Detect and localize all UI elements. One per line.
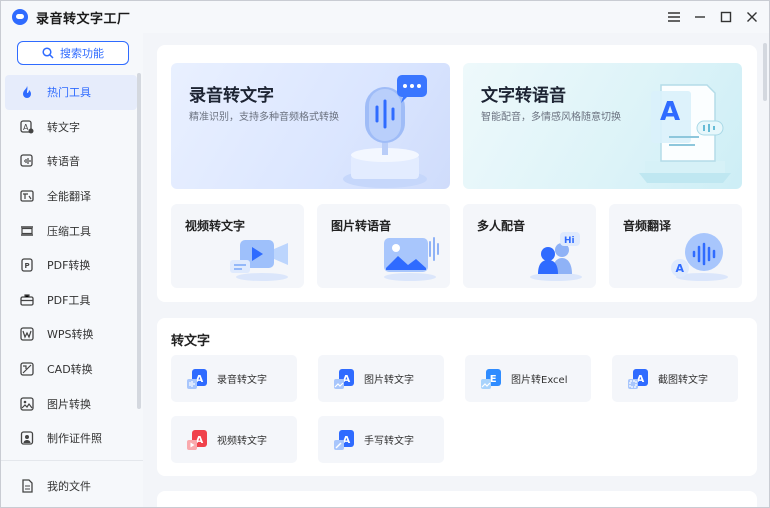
tool-audio-to-text[interactable]: A 录音转文字 — [171, 355, 297, 402]
card-image-to-speech[interactable]: 图片转语音 — [317, 204, 450, 288]
sidebar-item-label: 压缩工具 — [47, 224, 91, 238]
app-logo-icon — [12, 9, 28, 25]
id-photo-icon — [19, 430, 35, 446]
search-label: 搜索功能 — [60, 47, 104, 60]
window-controls — [661, 1, 765, 33]
sidebar-item-wps-convert[interactable]: WPS转换 — [5, 317, 137, 352]
hero-subtitle: 精准识别，支持多种音频格式转换 — [189, 112, 339, 123]
cad-icon — [19, 361, 35, 377]
to-text-panel: 转文字 A 录音转文字 A 图片转文字 E 图片转Excel A 截图转文字 A… — [157, 318, 757, 476]
audio-translate-icon: A — [671, 233, 728, 281]
tool-image-to-text[interactable]: A 图片转文字 — [318, 355, 444, 402]
svg-text:A: A — [23, 123, 29, 132]
sidebar-item-pdf-convert[interactable]: P PDF转换 — [5, 248, 137, 283]
tool-video-to-text[interactable]: A 视频转文字 — [171, 416, 297, 463]
compress-icon — [19, 223, 35, 239]
sidebar-item-label: 制作证件照 — [47, 432, 102, 446]
sidebar-item-label: PDF工具 — [47, 293, 91, 307]
sidebar-item-compress[interactable]: 压缩工具 — [5, 213, 137, 248]
text-convert-icon: A — [19, 119, 35, 135]
multi-person-icon: Hi — [530, 232, 582, 281]
svg-text:Hi: Hi — [564, 236, 575, 246]
main-content: 录音转文字 精准识别，支持多种音频格式转换 文字转语音 智能配音，多情感风格随意… — [143, 33, 769, 507]
sidebar-divider — [1, 460, 143, 461]
document-speech-illustration-icon: A — [639, 84, 731, 183]
handwriting-icon: A — [334, 429, 354, 450]
section-title: 转文字 — [171, 334, 211, 349]
excel-icon: E — [481, 368, 501, 389]
sidebar-item-id-photo[interactable]: 制作证件照 — [5, 421, 137, 456]
pdf-convert-icon: P — [19, 257, 35, 273]
audio-text-icon: A — [187, 368, 207, 389]
tool-handwriting-to-text[interactable]: A 手写转文字 — [318, 416, 444, 463]
sidebar-scrollbar[interactable] — [137, 73, 141, 409]
video-text-icon: A — [187, 429, 207, 450]
toolbox-icon — [19, 292, 35, 308]
fire-icon — [19, 84, 35, 100]
sidebar-item-image-convert[interactable]: 图片转换 — [5, 386, 137, 421]
hero-title: 文字转语音 — [481, 86, 566, 106]
sidebar-item-to-text[interactable]: A 转文字 — [5, 110, 137, 145]
hot-tools-panel: 录音转文字 精准识别，支持多种音频格式转换 文字转语音 智能配音，多情感风格随意… — [157, 45, 757, 302]
hero-title: 录音转文字 — [189, 86, 274, 106]
hero-subtitle: 智能配音，多情感风格随意切换 — [481, 112, 621, 123]
app-window: 录音转文字工厂 搜索功能 热门工具 A 转文字 转语音 全能翻译 压缩工具 P … — [0, 0, 770, 508]
image-text-icon: A — [334, 368, 354, 389]
close-button[interactable] — [739, 4, 765, 30]
sidebar-menu: 热门工具 A 转文字 转语音 全能翻译 压缩工具 P PDF转换 PDF工具 W… — [5, 75, 137, 456]
sidebar-item-pdf-tools[interactable]: PDF工具 — [5, 283, 137, 318]
sidebar-item-to-speech[interactable]: 转语音 — [5, 144, 137, 179]
microphone-illustration-icon — [343, 75, 427, 188]
search-icon — [42, 47, 54, 59]
sidebar-item-label: 热门工具 — [47, 86, 91, 100]
sidebar-item-label: CAD转换 — [47, 363, 93, 377]
sidebar-item-label: 图片转换 — [47, 397, 91, 411]
sidebar-item-cad-convert[interactable]: CAD转换 — [5, 352, 137, 387]
screenshot-icon: A — [628, 368, 648, 389]
sidebar-item-label: WPS转换 — [47, 328, 94, 342]
menu-button[interactable] — [661, 4, 687, 30]
card-multi-voice[interactable]: 多人配音 Hi — [463, 204, 596, 288]
tool-image-to-excel[interactable]: E 图片转Excel — [465, 355, 591, 402]
tool-label: 录音转文字 — [217, 375, 267, 386]
card-video-to-text[interactable]: 视频转文字 — [171, 204, 304, 288]
tool-screenshot-to-text[interactable]: A 截图转文字 — [612, 355, 738, 402]
svg-text:A: A — [676, 262, 685, 275]
voice-icon — [19, 153, 35, 169]
title-bar: 录音转文字工厂 — [1, 1, 769, 33]
hero-text-to-speech[interactable]: 文字转语音 智能配音，多情感风格随意切换 A — [463, 63, 742, 189]
wps-icon — [19, 326, 35, 342]
file-icon — [19, 478, 35, 494]
sidebar-item-translate[interactable]: 全能翻译 — [5, 179, 137, 214]
tool-label: 图片转Excel — [511, 375, 568, 386]
sidebar-item-label: 转文字 — [47, 120, 80, 134]
video-camera-icon — [230, 240, 288, 281]
image-speech-icon — [384, 237, 439, 281]
card-audio-translate[interactable]: 音频翻译 A — [609, 204, 742, 288]
maximize-button[interactable] — [713, 4, 739, 30]
my-files-button[interactable]: 我的文件 — [5, 471, 137, 501]
sidebar-item-label: PDF转换 — [47, 259, 91, 273]
sidebar-item-label: 转语音 — [47, 155, 80, 169]
sidebar: 搜索功能 热门工具 A 转文字 转语音 全能翻译 压缩工具 P PDF转换 PD… — [1, 33, 143, 507]
next-section-panel — [157, 491, 757, 507]
svg-text:P: P — [25, 262, 30, 270]
sidebar-item-hot-tools[interactable]: 热门工具 — [5, 75, 137, 110]
my-files-label: 我的文件 — [47, 480, 91, 493]
translate-icon — [19, 188, 35, 204]
image-icon — [19, 396, 35, 412]
hero-audio-to-text[interactable]: 录音转文字 精准识别，支持多种音频格式转换 — [171, 63, 450, 189]
tool-label: 图片转文字 — [364, 375, 414, 386]
app-title: 录音转文字工厂 — [36, 11, 131, 27]
main-scrollbar[interactable] — [763, 43, 767, 101]
tool-label: 手写转文字 — [364, 436, 414, 447]
search-button[interactable]: 搜索功能 — [17, 41, 129, 65]
sidebar-item-label: 全能翻译 — [47, 190, 91, 204]
tool-label: 截图转文字 — [658, 375, 708, 386]
tool-label: 视频转文字 — [217, 436, 267, 447]
svg-text:A: A — [660, 97, 680, 127]
minimize-button[interactable] — [687, 4, 713, 30]
